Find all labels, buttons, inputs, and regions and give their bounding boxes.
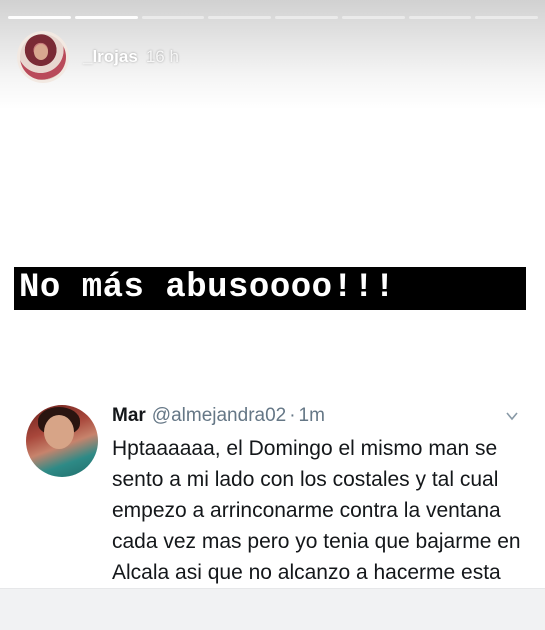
story-username[interactable]: _lrojas xyxy=(83,47,138,67)
story-progress-bar xyxy=(8,16,538,19)
story-progress-segment xyxy=(275,16,338,19)
story-progress-segment xyxy=(74,16,138,19)
tweet-time: 1m xyxy=(298,405,325,426)
story-bottom-bar xyxy=(0,588,545,630)
story-progress-segment xyxy=(475,16,538,19)
tweet-handle: @almejandra02 xyxy=(151,405,287,426)
story-progress-segment xyxy=(208,16,271,19)
story-progress-segment xyxy=(8,16,71,19)
story-header[interactable]: _lrojas 16 h xyxy=(17,30,179,84)
story-timestamp: 16 h xyxy=(145,47,179,66)
tweet-avatar xyxy=(26,405,98,477)
chevron-down-icon xyxy=(506,412,518,421)
tweet-display-name: Mar xyxy=(112,405,146,426)
story-progress-segment xyxy=(408,16,472,19)
story-progress-segment xyxy=(141,16,205,19)
tweet-header: Mar @almejandra02 · 1m xyxy=(112,405,325,427)
tweet-separator: · xyxy=(289,405,296,426)
story-avatar[interactable] xyxy=(17,31,69,83)
tweet-text: Hptaaaaaa, el Domingo el mismo man se se… xyxy=(112,437,521,584)
story-progress-segment xyxy=(341,16,405,19)
tweet-avatar-face xyxy=(44,415,74,449)
story-avatar-image xyxy=(20,34,66,80)
story-caption: No más abusoooo!!! xyxy=(19,269,396,307)
